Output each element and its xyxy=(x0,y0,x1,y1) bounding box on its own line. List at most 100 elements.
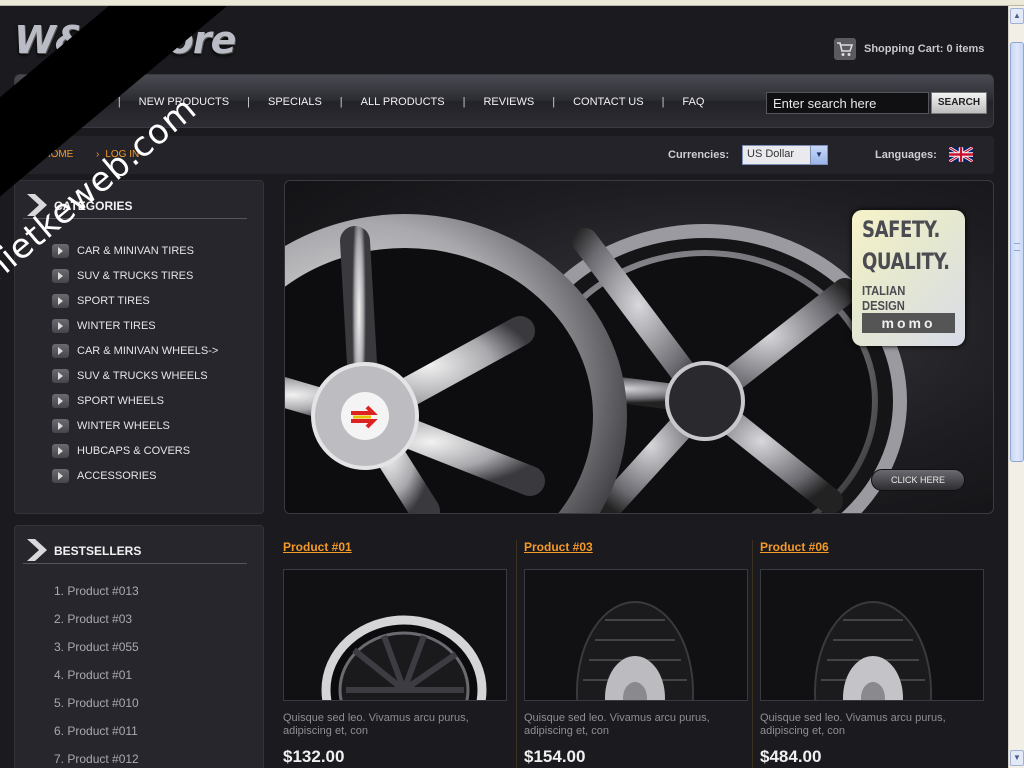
nav-all-products[interactable]: ALL PRODUCTS xyxy=(361,96,445,108)
category-item[interactable]: WINTER WHEELS xyxy=(52,413,218,438)
badge-line-3: ITALIAN DESIGN xyxy=(862,283,906,313)
bestseller-item[interactable]: 3. Product #055 xyxy=(54,640,139,668)
hero-banner[interactable]: SAFETY. QUALITY. ITALIAN DESIGN momo CLI… xyxy=(284,180,994,514)
categories-header: CATEGORIES xyxy=(23,191,247,219)
scroll-up-icon[interactable]: ▲ xyxy=(1010,8,1024,24)
category-item[interactable]: ACCESSORIES xyxy=(52,463,218,488)
categories-title: CATEGORIES xyxy=(54,199,133,213)
category-item[interactable]: SPORT TIRES xyxy=(52,288,218,313)
bullet-arrow-icon xyxy=(52,343,69,358)
bestsellers-title: BESTSELLERS xyxy=(54,544,142,558)
scroll-down-icon[interactable]: ▼ xyxy=(1010,750,1024,766)
chevron-right-icon: › xyxy=(96,149,100,160)
promo-badge: SAFETY. QUALITY. ITALIAN DESIGN momo xyxy=(852,210,965,346)
search-input[interactable] xyxy=(766,92,929,114)
currencies-label: Currencies: xyxy=(668,149,730,161)
product-title[interactable]: Product #03 xyxy=(524,540,750,554)
chevron-right-icon: › xyxy=(34,149,38,160)
page: W&T Store Shopping Cart: 0 items HOME PA… xyxy=(0,6,1008,768)
category-item[interactable]: WINTER TIRES xyxy=(52,313,218,338)
bestseller-item[interactable]: 5. Product #010 xyxy=(54,696,139,724)
nav-separator: | xyxy=(247,96,250,108)
bullet-arrow-icon xyxy=(52,293,69,308)
bestseller-item[interactable]: 7. Product #012 xyxy=(54,752,139,768)
currency-select[interactable]: US Dollar ▼ xyxy=(742,145,828,165)
category-label: WINTER WHEELS xyxy=(77,419,170,432)
wheel-icon xyxy=(321,615,487,700)
product-description: Quisque sed leo. Vivamus arcu purus, adi… xyxy=(524,712,710,737)
product-image[interactable] xyxy=(760,569,984,701)
bestseller-item[interactable]: 2. Product #03 xyxy=(54,612,139,640)
breadcrumb-login-label: LOG IN xyxy=(105,149,140,160)
main-nav: HOME PAGE | NEW PRODUCTS | SPECIALS | AL… xyxy=(14,74,994,128)
chevron-down-icon[interactable]: ▼ xyxy=(810,146,827,164)
breadcrumb-login[interactable]: › LOG IN xyxy=(96,149,139,160)
chevron-right-icon xyxy=(27,539,47,561)
category-label: ACCESSORIES xyxy=(77,469,157,482)
product-price: $484.00 xyxy=(760,747,822,766)
nav-separator: | xyxy=(117,96,121,108)
nav-separator: | xyxy=(552,96,556,108)
click-here-button[interactable]: CLICK HERE xyxy=(871,469,965,491)
bestseller-item[interactable]: 6. Product #011 xyxy=(54,724,139,752)
cart-label: Shopping Cart: 0 items xyxy=(864,43,985,55)
category-item[interactable]: CAR & MINIVAN WHEELS-> xyxy=(52,338,218,363)
category-label: HUBCAPS & COVERS xyxy=(77,444,191,457)
nav-specials[interactable]: SPECIALS xyxy=(268,96,322,108)
product-image[interactable] xyxy=(283,569,507,701)
badge-line-2: QUALITY. xyxy=(862,250,950,275)
category-item[interactable]: SUV & TRUCKS TIRES xyxy=(52,263,218,288)
product-title[interactable]: Product #01 xyxy=(283,540,509,554)
scrollbar-thumb[interactable] xyxy=(1010,42,1024,462)
bullet-arrow-icon xyxy=(52,368,69,383)
nav-separator: | xyxy=(339,96,343,108)
product-image[interactable] xyxy=(524,569,748,701)
bestseller-list: 1. Product #013 2. Product #03 3. Produc… xyxy=(54,584,139,768)
currency-selected-value: US Dollar xyxy=(747,148,795,160)
bullet-arrow-icon xyxy=(52,443,69,458)
bestseller-item[interactable]: 4. Product #01 xyxy=(54,668,139,696)
bestsellers-panel: BESTSELLERS 1. Product #013 2. Product #… xyxy=(14,525,264,768)
tire-icon xyxy=(814,601,932,700)
category-label: SUV & TRUCKS TIRES xyxy=(77,269,194,282)
product-description: Quisque sed leo. Vivamus arcu purus, adi… xyxy=(283,712,469,737)
search-button[interactable]: SEARCH xyxy=(931,92,987,114)
breadcrumb-home[interactable]: › HOME xyxy=(34,149,73,160)
product-price: $132.00 xyxy=(283,747,345,766)
nav-separator: | xyxy=(661,96,665,108)
bullet-arrow-icon xyxy=(52,318,69,333)
category-item[interactable]: SUV & TRUCKS WHEELS xyxy=(52,363,218,388)
uk-flag-icon[interactable] xyxy=(949,147,973,162)
product-divider xyxy=(516,540,517,768)
product-card: Product #06 Quisque sed leo. Vivamus arc… xyxy=(760,540,986,767)
category-item[interactable]: HUBCAPS & COVERS xyxy=(52,438,218,463)
nav-faq[interactable]: FAQ xyxy=(682,96,704,108)
product-card: Product #03 Quisque sed leo. Vivamus arc… xyxy=(524,540,750,767)
bullet-arrow-icon xyxy=(52,268,69,283)
category-label: SUV & TRUCKS WHEELS xyxy=(77,369,208,382)
bestsellers-header: BESTSELLERS xyxy=(23,536,247,564)
brand-logo: momo xyxy=(862,313,955,333)
bullet-arrow-icon xyxy=(52,418,69,433)
nav-contact-us[interactable]: CONTACT US xyxy=(573,96,644,108)
nav-separator: | xyxy=(462,96,466,108)
languages-label: Languages: xyxy=(875,149,937,161)
sub-bar: › HOME › LOG IN Currencies: US Dollar ▼ La… xyxy=(14,136,994,174)
store-logo[interactable]: W&T Store xyxy=(14,18,236,62)
shopping-cart[interactable]: Shopping Cart: 0 items xyxy=(834,38,984,60)
chevron-right-icon xyxy=(27,194,47,216)
nav-reviews[interactable]: REVIEWS xyxy=(483,96,534,108)
category-item[interactable]: SPORT WHEELS xyxy=(52,388,218,413)
vertical-scrollbar[interactable]: ▲ ▼ xyxy=(1008,6,1024,768)
nav-home-page[interactable]: HOME PAGE xyxy=(34,96,100,108)
product-card: Product #01 Quisque sed leo. Vivamus arc… xyxy=(283,540,509,767)
breadcrumb-home-label: HOME xyxy=(43,149,74,160)
nav-new-products[interactable]: NEW PRODUCTS xyxy=(139,96,229,108)
category-item[interactable]: CAR & MINIVAN TIRES xyxy=(52,238,218,263)
product-title[interactable]: Product #06 xyxy=(760,540,986,554)
bestseller-item[interactable]: 1. Product #013 xyxy=(54,584,139,612)
category-label: CAR & MINIVAN WHEELS-> xyxy=(77,344,219,357)
category-list: CAR & MINIVAN TIRES SUV & TRUCKS TIRES S… xyxy=(52,238,218,488)
category-label: SPORT WHEELS xyxy=(77,394,165,407)
tire-icon xyxy=(576,601,694,700)
